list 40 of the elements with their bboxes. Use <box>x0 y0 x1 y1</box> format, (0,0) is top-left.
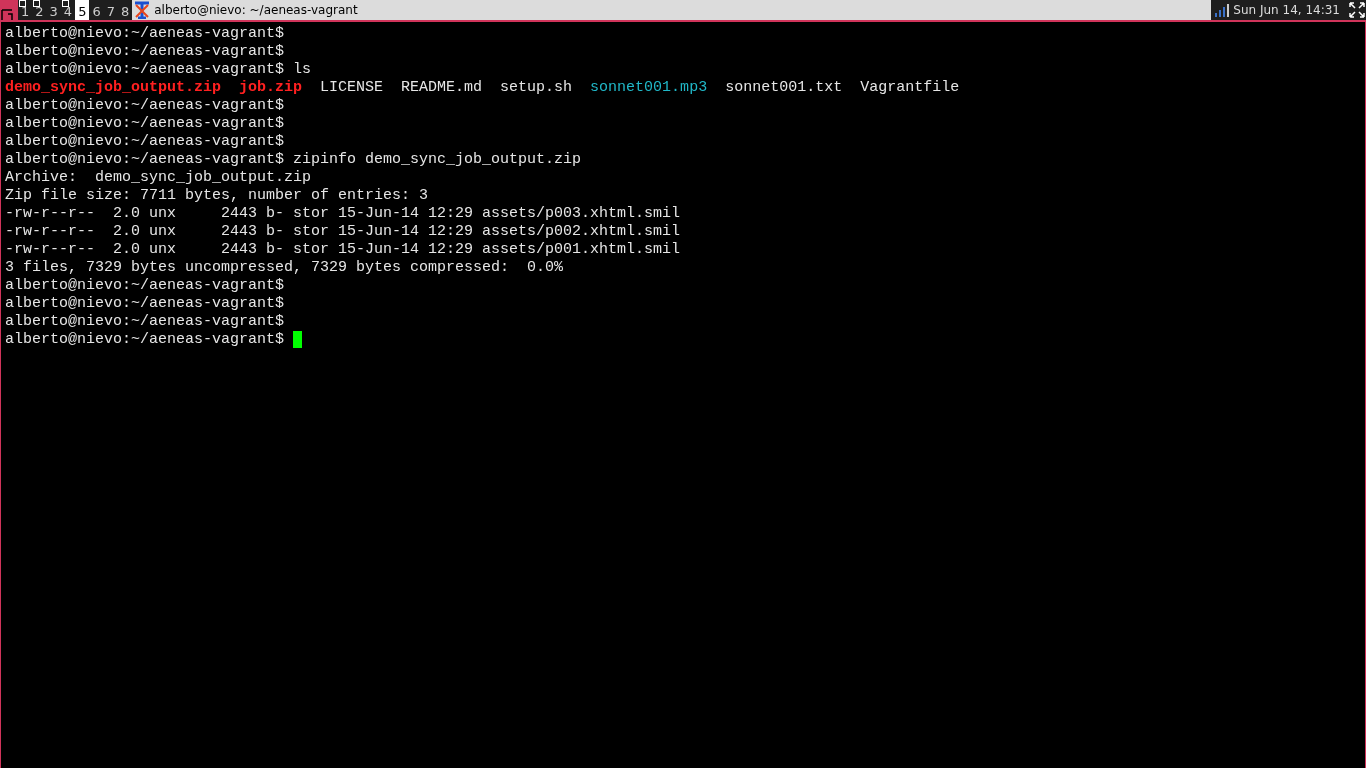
terminal-text: alberto@nievo:~/aeneas-vagrant$ <box>5 115 285 133</box>
terminal-text: -rw-r--r-- 2.0 unx 2443 b- stor 15-Jun-14 12:29 assets/p001.xhtml.smil <box>5 241 681 259</box>
terminal-text: alberto@nievo:~/aeneas-vagrant$ <box>5 313 285 331</box>
terminal-text: Vagrantfile <box>860 79 960 97</box>
terminal-text: alberto@nievo:~/aeneas-vagrant$ <box>5 295 285 313</box>
workspace-tab[interactable]: 5 <box>75 0 90 20</box>
workspace-tab[interactable]: 6 <box>89 0 104 20</box>
archive-file-name: job.zip <box>239 79 303 97</box>
clock: Sun Jun 14, 14:31 <box>1233 3 1341 17</box>
terminal-text: alberto@nievo:~/aeneas-vagrant$ zipinfo demo_sync_job_output.zip <box>5 151 582 169</box>
terminal-text: Archive: demo_sync_job_output.zip <box>5 169 312 187</box>
terminal-text: alberto@nievo:~/aeneas-vagrant$ <box>5 25 285 43</box>
terminal-text: Zip file size: 7711 bytes, number of entries: 3 <box>5 187 429 205</box>
terminal-text: sonnet001.txt <box>725 79 843 97</box>
workspace-tab[interactable]: 4 <box>60 0 76 20</box>
terminal-text: alberto@nievo:~/aeneas-vagrant$ <box>5 133 285 151</box>
window-title: alberto@nievo: ~/aeneas-vagrant <box>154 3 358 17</box>
workspace-tab[interactable]: 8 <box>117 0 133 20</box>
terminal-text: alberto@nievo:~/aeneas-vagrant$ <box>5 277 285 295</box>
terminal-app-icon <box>134 1 151 19</box>
terminal-text: alberto@nievo:~/aeneas-vagrant$ <box>5 97 285 115</box>
archive-file-name: demo_sync_job_output.zip <box>5 79 222 97</box>
fullscreen-icon[interactable] <box>1348 1 1366 19</box>
terminal-text: setup.sh <box>500 79 573 97</box>
prompt-text: alberto@nievo:~/aeneas-vagrant$ <box>5 331 285 349</box>
menu-icon[interactable] <box>0 0 18 20</box>
terminal-text: README.md <box>401 79 483 97</box>
cursor <box>293 331 303 348</box>
audio-file-name: sonnet001.mp3 <box>590 79 708 97</box>
terminal-text: -rw-r--r-- 2.0 unx 2443 b- stor 15-Jun-14 12:29 assets/p002.xhtml.smil <box>5 223 681 241</box>
workspace-tab[interactable]: 2 <box>32 0 47 20</box>
signal-icon <box>1215 3 1230 17</box>
workspace-tab[interactable]: 1 <box>18 0 33 20</box>
terminal-text: alberto@nievo:~/aeneas-vagrant$ ls <box>5 61 312 79</box>
terminal-text: LICENSE <box>320 79 384 97</box>
terminal-text: alberto@nievo:~/aeneas-vagrant$ <box>5 43 285 61</box>
workspace-tab[interactable]: 7 <box>103 0 118 20</box>
terminal-text: 3 files, 7329 bytes uncompressed, 7329 bytes compressed: 0.0% <box>5 259 564 277</box>
terminal-text: -rw-r--r-- 2.0 unx 2443 b- stor 15-Jun-14 12:29 assets/p003.xhtml.smil <box>5 205 681 223</box>
workspace-tab[interactable]: 3 <box>46 0 61 20</box>
